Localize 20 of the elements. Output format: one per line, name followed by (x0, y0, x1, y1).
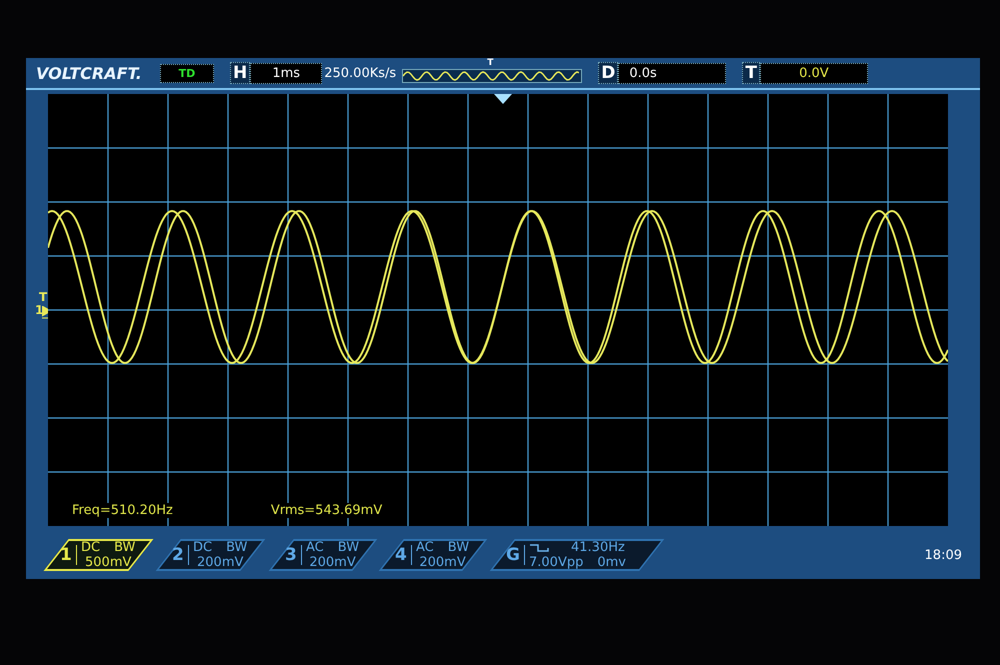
mode-indicator: TD (160, 64, 214, 82)
timebase-value: 1ms (250, 62, 322, 84)
trigger-position-icon (494, 94, 512, 104)
trigger-label: T (742, 62, 760, 84)
ground-arrow-icon (42, 306, 51, 320)
channel-tab[interactable]: 2 DC BW 200mV (156, 539, 266, 571)
trigger-marker-label: T (39, 290, 48, 304)
delay-value: 0.0s (618, 62, 726, 84)
horizontal-label: H (230, 62, 250, 84)
trigger-position-label: T (487, 58, 494, 68)
measurement-readout: Freq=510.20Hz (70, 503, 175, 518)
channel-tab[interactable]: 1 DC BW 500mV (44, 539, 154, 571)
sample-rate: 250.00Ks/s (324, 66, 396, 80)
generator-tab[interactable]: G 41.30Hz 7.00Vpp 0mv (490, 539, 665, 571)
measurement-readout: Vrms=543.69mV (268, 503, 384, 518)
clock: 18:09 (924, 548, 962, 562)
delay-label: D (598, 62, 618, 84)
brand-logo: VOLTCRAFT. (36, 64, 143, 82)
channel-marker: 1 (35, 303, 44, 317)
trigger-level-value: 0.0V (760, 62, 868, 84)
